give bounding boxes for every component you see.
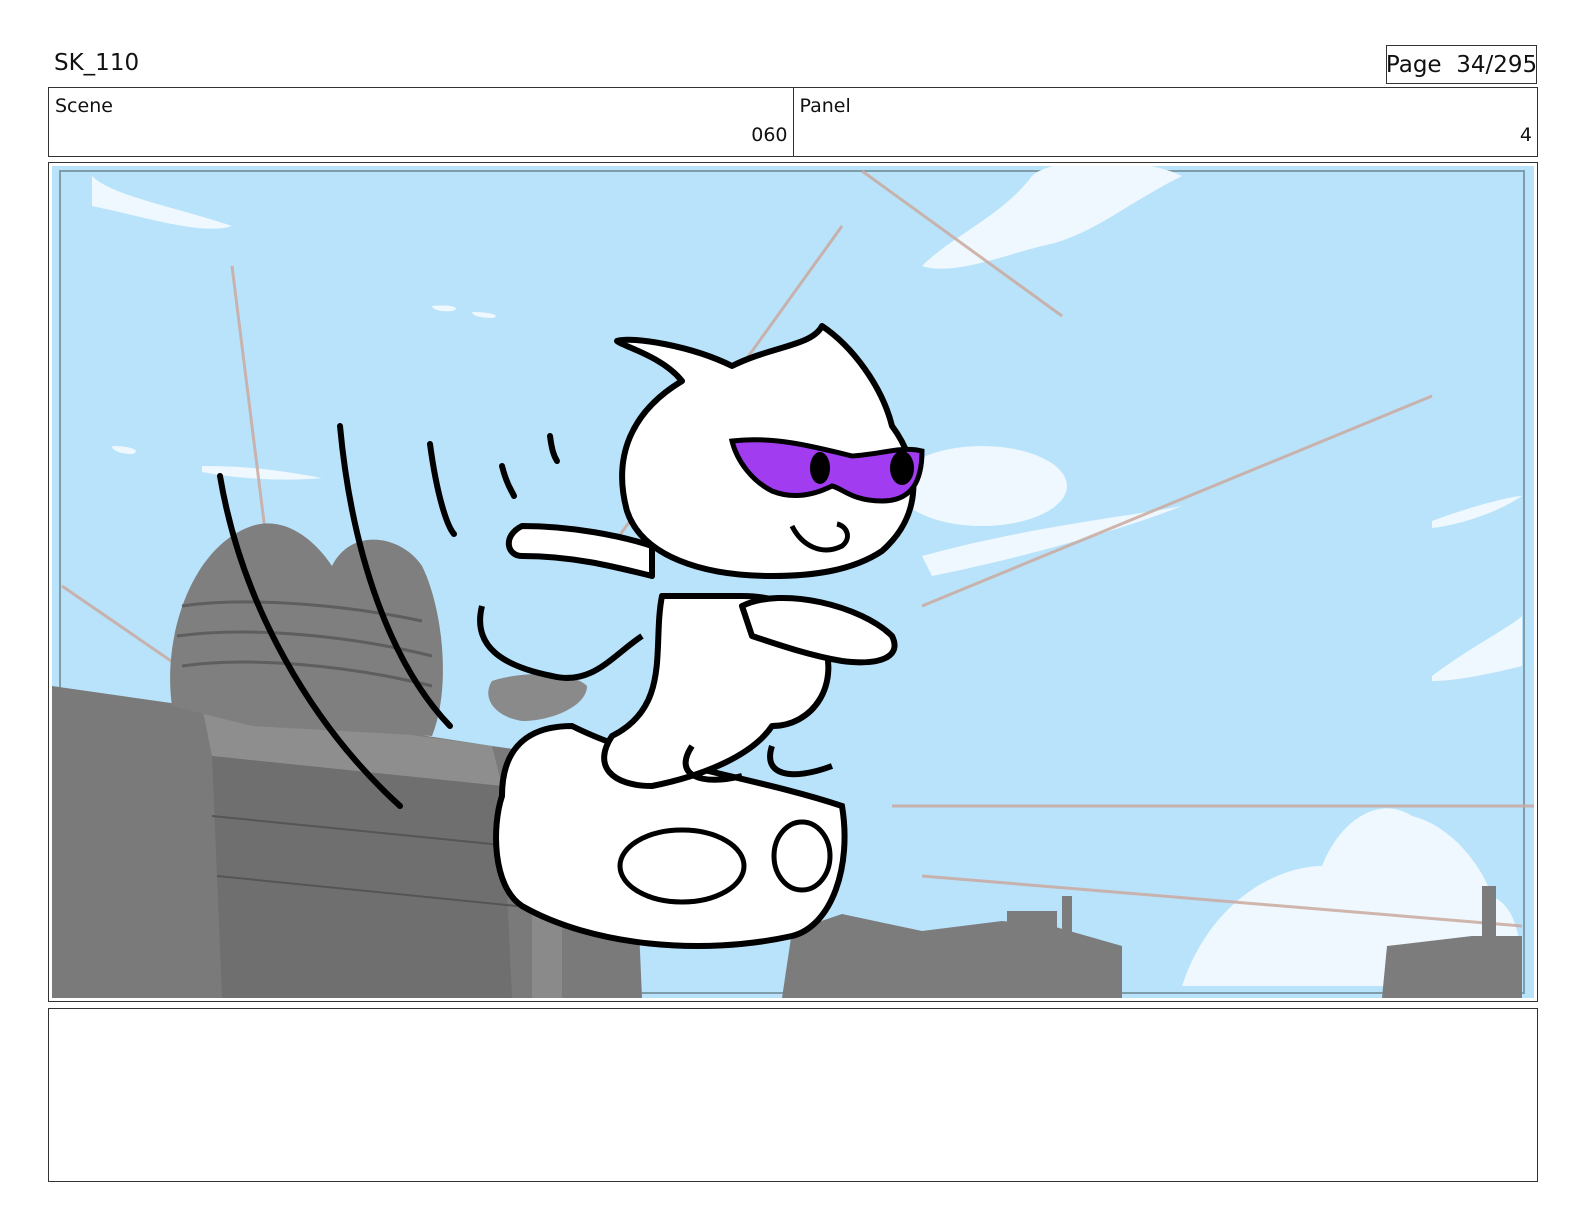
cat-eye-right bbox=[890, 451, 914, 485]
scene-number: 060 bbox=[751, 124, 788, 146]
scene-label: Scene bbox=[55, 95, 113, 117]
scene-panel-table: Scene 060 Panel 4 bbox=[48, 87, 1538, 157]
storyboard-frame bbox=[48, 162, 1538, 1002]
storyboard-image bbox=[52, 166, 1534, 998]
page-indicator: Page 34/295 bbox=[1386, 45, 1537, 84]
panel-number: 4 bbox=[1519, 124, 1532, 146]
page-number: 34/295 bbox=[1456, 51, 1538, 78]
document-id: SK_110 bbox=[54, 50, 140, 76]
panel-label: Panel bbox=[799, 95, 851, 117]
page-label: Page bbox=[1385, 51, 1442, 78]
scene-cell: Scene 060 bbox=[49, 88, 793, 156]
notes-box bbox=[48, 1008, 1538, 1182]
panel-cell: Panel 4 bbox=[792, 88, 1538, 156]
cat-eye-left bbox=[810, 452, 830, 484]
